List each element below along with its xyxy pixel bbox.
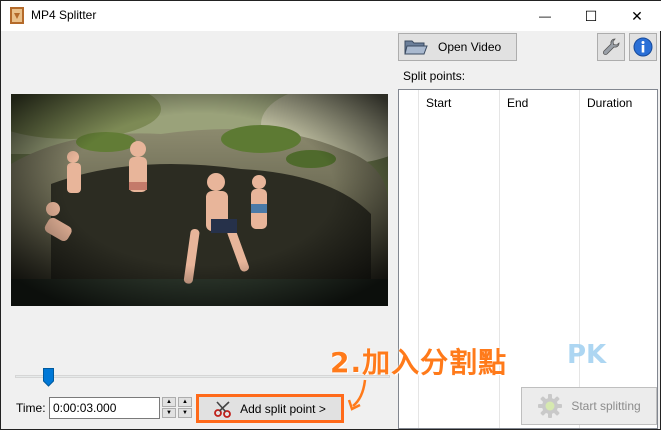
column-header-start[interactable]: Start bbox=[418, 90, 499, 112]
chevron-up-icon: ▲ bbox=[182, 399, 188, 405]
video-frame-image bbox=[11, 94, 388, 306]
title-bar: MP4 Splitter — ☐ ✕ bbox=[1, 1, 661, 31]
time-spin-up[interactable]: ▲ bbox=[162, 397, 176, 407]
info-icon bbox=[633, 37, 653, 57]
close-button[interactable]: ✕ bbox=[614, 1, 660, 31]
open-video-button[interactable]: Open Video bbox=[398, 33, 517, 61]
column-header-duration[interactable]: Duration bbox=[579, 90, 657, 112]
watermark: PK bbox=[567, 340, 607, 370]
timeline-slider-track[interactable] bbox=[15, 375, 390, 378]
time-spin-down[interactable]: ▼ bbox=[162, 408, 176, 418]
timeline-slider-thumb[interactable] bbox=[43, 368, 54, 387]
gear-icon bbox=[538, 394, 563, 418]
scissors-icon bbox=[214, 400, 232, 418]
time-label: Time: bbox=[16, 401, 46, 415]
video-preview[interactable] bbox=[11, 94, 388, 306]
folder-icon bbox=[404, 40, 428, 55]
wrench-icon bbox=[603, 38, 620, 55]
callout-arrow-icon bbox=[347, 379, 367, 411]
frame-spin-down[interactable]: ▼ bbox=[178, 408, 192, 418]
column-separator bbox=[579, 90, 580, 428]
minimize-icon: — bbox=[539, 9, 551, 23]
start-splitting-button[interactable]: Start splitting bbox=[521, 387, 657, 425]
close-icon: ✕ bbox=[631, 7, 643, 24]
split-points-label: Split points: bbox=[403, 69, 466, 83]
add-split-point-button[interactable]: Add split point > bbox=[196, 394, 344, 423]
column-header-end[interactable]: End bbox=[499, 90, 579, 112]
open-video-label: Open Video bbox=[438, 40, 502, 54]
chevron-down-icon: ▼ bbox=[182, 410, 188, 416]
minimize-button[interactable]: — bbox=[522, 1, 568, 31]
chevron-down-icon: ▼ bbox=[166, 410, 172, 416]
info-button[interactable] bbox=[629, 33, 657, 61]
settings-button[interactable] bbox=[597, 33, 625, 61]
app-window: MP4 Splitter — ☐ ✕ Open Video Split poin… bbox=[0, 0, 661, 430]
add-split-point-label: Add split point > bbox=[240, 401, 326, 416]
window-title: MP4 Splitter bbox=[31, 8, 97, 22]
maximize-button[interactable]: ☐ bbox=[568, 1, 614, 31]
start-splitting-label: Start splitting bbox=[571, 399, 641, 413]
maximize-icon: ☐ bbox=[584, 7, 598, 24]
time-input[interactable]: 0:00:03.000 bbox=[49, 397, 160, 419]
app-icon bbox=[10, 7, 24, 24]
chevron-up-icon: ▲ bbox=[166, 399, 172, 405]
frame-spin-up[interactable]: ▲ bbox=[178, 397, 192, 407]
